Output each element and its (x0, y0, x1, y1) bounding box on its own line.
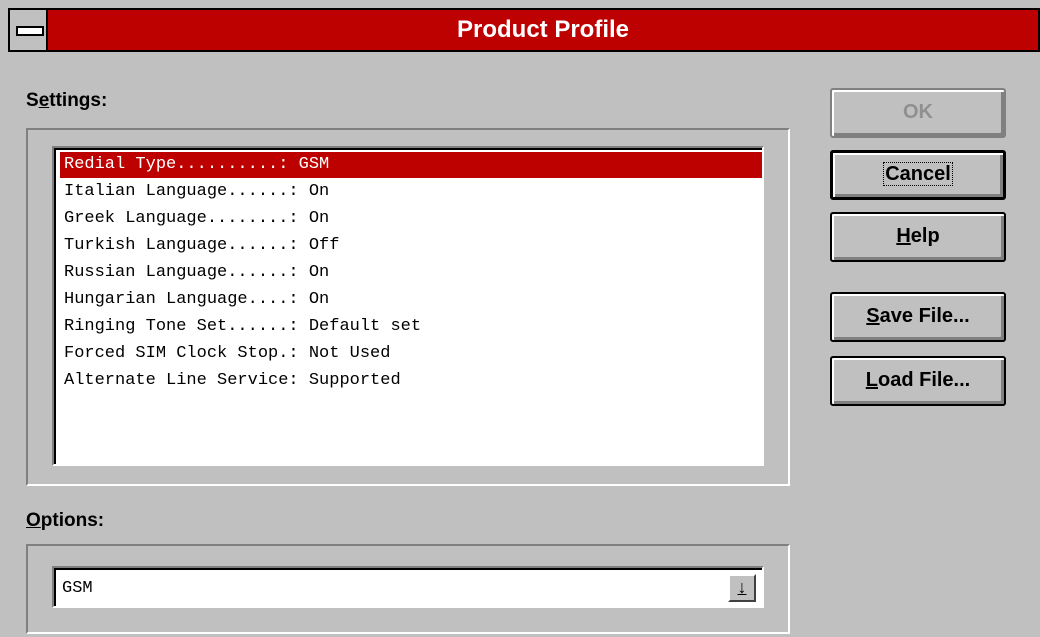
arrow-down-icon: ↓ (737, 577, 747, 597)
list-item-russian-language[interactable]: Russian Language......: On (60, 260, 762, 286)
list-item-hungarian-language[interactable]: Hungarian Language....: On (60, 287, 762, 313)
list-item-greek-language[interactable]: Greek Language........: On (60, 206, 762, 232)
top-edge (0, 0, 1040, 8)
window-title: Product Profile (456, 16, 630, 43)
ok-button[interactable]: OK (830, 88, 1006, 138)
system-menu-button[interactable] (10, 10, 48, 50)
options-label: Options: (26, 510, 105, 531)
cancel-button[interactable]: Cancel (830, 150, 1006, 200)
dropdown-arrow-button[interactable]: ↓ (728, 574, 756, 602)
list-item-alternate-line-service[interactable]: Alternate Line Service: Supported (60, 368, 762, 394)
options-dropdown[interactable]: GSM ↓ (52, 566, 764, 608)
save-file-button[interactable]: Save File... (830, 292, 1006, 342)
list-item-redial-type[interactable]: Redial Type..........: GSM (60, 152, 762, 178)
list-item-italian-language[interactable]: Italian Language......: On (60, 179, 762, 205)
help-button[interactable]: Help (830, 212, 1006, 262)
list-item-turkish-language[interactable]: Turkish Language......: Off (60, 233, 762, 259)
load-file-button[interactable]: Load File... (830, 356, 1006, 406)
options-dropdown-value: GSM (62, 579, 93, 598)
product-profile-dialog: Product Profile Settings: Redial Type...… (0, 0, 1040, 637)
minus-icon (16, 26, 44, 36)
list-item-ringing-tone-set[interactable]: Ringing Tone Set......: Default set (60, 314, 762, 340)
settings-label: Settings: (26, 90, 108, 111)
list-item-forced-sim-clock-stop[interactable]: Forced SIM Clock Stop.: Not Used (60, 341, 762, 367)
settings-list[interactable]: Redial Type..........: GSM Italian Langu… (52, 146, 764, 466)
title-bar[interactable]: Product Profile (8, 8, 1040, 52)
